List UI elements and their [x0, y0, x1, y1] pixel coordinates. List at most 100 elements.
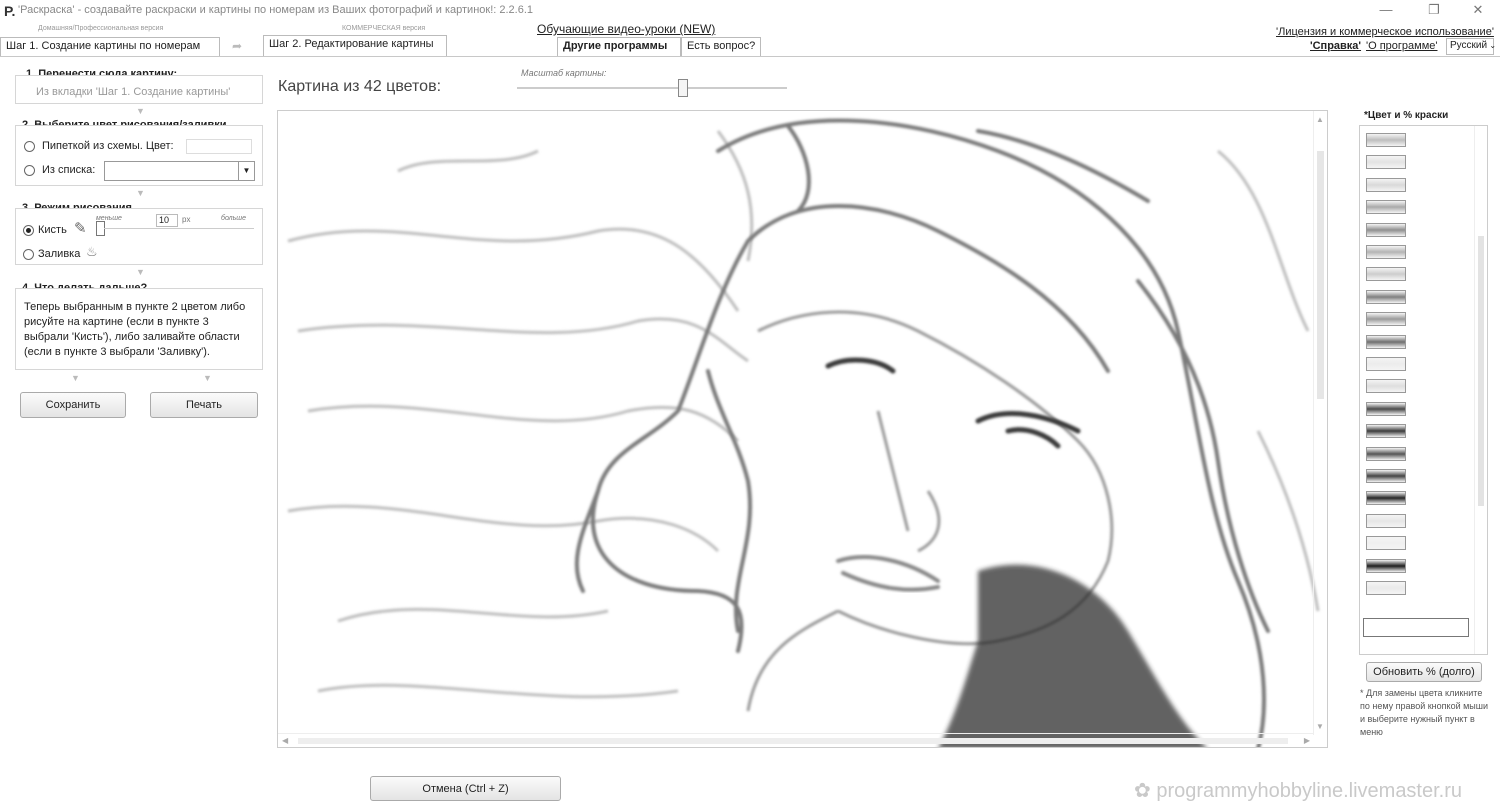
arrow-right-icon: ➦: [232, 39, 243, 53]
color-swatch[interactable]: [1366, 200, 1406, 215]
color-swatch[interactable]: [1366, 289, 1406, 304]
tab-sub-commercial: КОММЕРЧЕСКАЯ версия: [342, 25, 426, 32]
background-contours: [287, 130, 1320, 699]
color-swatch[interactable]: [1366, 491, 1406, 506]
scale-thumb[interactable]: [678, 79, 688, 97]
vertical-scrollbar[interactable]: ▲ ▼: [1313, 111, 1327, 735]
color-swatch[interactable]: [1366, 446, 1406, 461]
eye-contours: [825, 357, 1081, 449]
pipette-label: Пипеткой из схемы. Цвет:: [42, 140, 174, 152]
horizontal-scroll-thumb[interactable]: [298, 738, 1288, 744]
color-swatch[interactable]: [1366, 581, 1406, 595]
color-swatch[interactable]: [1366, 401, 1406, 416]
vertical-scroll-thumb[interactable]: [1317, 151, 1324, 399]
scale-label: Масштаб картины:: [521, 68, 607, 78]
from-list-radio[interactable]: [24, 165, 35, 176]
down-arrow-icon: ▼: [71, 373, 80, 383]
palette-scroll-thumb[interactable]: [1478, 236, 1484, 506]
color-swatch[interactable]: [1366, 222, 1406, 237]
color-list-select[interactable]: ▼: [104, 161, 255, 181]
from-list-label: Из списка:: [42, 164, 96, 176]
tab-step1[interactable]: Шаг 1. Создание картины по номерам: [0, 37, 220, 57]
scroll-left-icon[interactable]: ◀: [282, 736, 288, 745]
fill-radio[interactable]: [23, 249, 34, 260]
color-swatch[interactable]: [1366, 155, 1406, 170]
color-swatch[interactable]: [1366, 469, 1406, 483]
chevron-down-icon: ⌄: [1487, 41, 1497, 50]
maximize-icon[interactable]: ❐: [1414, 2, 1454, 20]
down-arrow-icon: ▼: [136, 106, 145, 116]
palette-title: *Цвет и % краски: [1364, 110, 1449, 121]
color-swatch[interactable]: [1366, 133, 1406, 147]
step1-hint: Из вкладки 'Шаг 1. Создание картины': [36, 86, 231, 98]
tab-sub-home: Домашняя/Профессиональная версия: [38, 25, 164, 32]
pipette-radio[interactable]: [24, 141, 35, 152]
less-label: меньше: [96, 215, 122, 222]
palette-scrollbar[interactable]: [1474, 126, 1487, 654]
step4-text: Теперь выбранным в пункте 2 цветом либо …: [24, 301, 246, 358]
scroll-up-icon[interactable]: ▲: [1316, 115, 1324, 124]
tab-divider: [0, 56, 1500, 57]
palette-list[interactable]: [1359, 125, 1488, 655]
picture-canvas[interactable]: ▲ ▼ ◀ ▶: [277, 110, 1328, 748]
about-link[interactable]: 'О программе': [1366, 40, 1438, 52]
down-arrow-icon: ▼: [136, 188, 145, 198]
more-label: больше: [221, 215, 247, 222]
question-tab[interactable]: Есть вопрос?: [681, 37, 761, 57]
save-button[interactable]: Сохранить: [20, 392, 126, 418]
colors-count-title: Картина из 42 цветов:: [278, 78, 442, 95]
step3-box: Кисть ✎ меньше 10 px больше Заливка ♨: [15, 208, 263, 265]
video-tutorials-link[interactable]: Обучающие видео-уроки (NEW): [537, 22, 715, 36]
color-swatch[interactable]: [1366, 424, 1406, 439]
undo-button[interactable]: Отмена (Ctrl + Z): [370, 776, 561, 801]
drop-target-box[interactable]: Из вкладки 'Шаг 1. Создание картины': [15, 75, 263, 104]
other-programs-tab[interactable]: Другие программы: [557, 37, 681, 57]
title-bar: P. 'Раскраска' - создавайте раскраски и …: [0, 0, 1500, 22]
palette-note: * Для замены цвета кликните по нему прав…: [1360, 688, 1489, 737]
print-button[interactable]: Печать: [150, 392, 258, 418]
color-swatch[interactable]: [1366, 334, 1406, 349]
minimize-icon[interactable]: —: [1366, 2, 1406, 20]
picked-color-swatch: [186, 139, 252, 154]
brush-radio[interactable]: [23, 225, 34, 236]
brush-size-input[interactable]: 10: [156, 214, 178, 227]
chevron-down-icon[interactable]: ▼: [238, 162, 254, 180]
bucket-icon: ♨: [86, 244, 98, 259]
watermark: ✿ programmyhobbyline.livemaster.ru: [1134, 778, 1462, 803]
watermark-text: programmyhobbyline.livemaster.ru: [1156, 780, 1463, 802]
app-icon: P.: [4, 3, 16, 19]
scroll-right-icon[interactable]: ▶: [1304, 736, 1310, 745]
brush-size-track[interactable]: [104, 228, 254, 229]
coloring-picture[interactable]: [278, 111, 1328, 748]
color-swatch[interactable]: [1366, 177, 1406, 192]
step4-box: Теперь выбранным в пункте 2 цветом либо …: [15, 288, 263, 370]
lips-contours: [836, 555, 940, 592]
update-percent-button[interactable]: Обновить % (долго): [1366, 662, 1482, 682]
brush-icon: ✎: [74, 220, 87, 237]
color-swatch[interactable]: [1366, 357, 1406, 371]
selected-swatch-row[interactable]: [1363, 618, 1469, 637]
language-select[interactable]: Русский ⌄: [1446, 38, 1497, 55]
language-value: Русский: [1450, 40, 1488, 51]
scroll-down-icon[interactable]: ▼: [1316, 722, 1324, 731]
color-swatch[interactable]: [1366, 267, 1406, 282]
fill-label: Заливка: [38, 248, 81, 260]
down-arrow-icon: ▼: [136, 267, 145, 277]
color-swatch[interactable]: [1366, 379, 1406, 394]
hair-contours: [574, 118, 1270, 747]
window-title: 'Раскраска' - создавайте раскраски и кар…: [18, 4, 534, 16]
scale-track: [517, 87, 787, 89]
step2-box: Пипеткой из схемы. Цвет: Из списка: ▼: [15, 125, 263, 186]
scale-slider[interactable]: [517, 79, 787, 97]
tab-step2[interactable]: Шаг 2. Редактирование картины: [263, 35, 447, 57]
color-swatch[interactable]: [1366, 245, 1406, 259]
color-swatch[interactable]: [1366, 312, 1406, 327]
close-icon[interactable]: ✕: [1458, 2, 1498, 20]
help-link[interactable]: 'Справка': [1310, 40, 1361, 52]
color-swatch[interactable]: [1366, 558, 1406, 573]
horizontal-scrollbar[interactable]: ◀ ▶: [278, 733, 1314, 747]
color-swatch[interactable]: [1366, 536, 1406, 551]
color-swatch[interactable]: [1366, 513, 1406, 528]
license-link[interactable]: 'Лицензия и коммерческое использование': [1276, 26, 1494, 38]
flower-icon: ✿: [1134, 780, 1151, 802]
